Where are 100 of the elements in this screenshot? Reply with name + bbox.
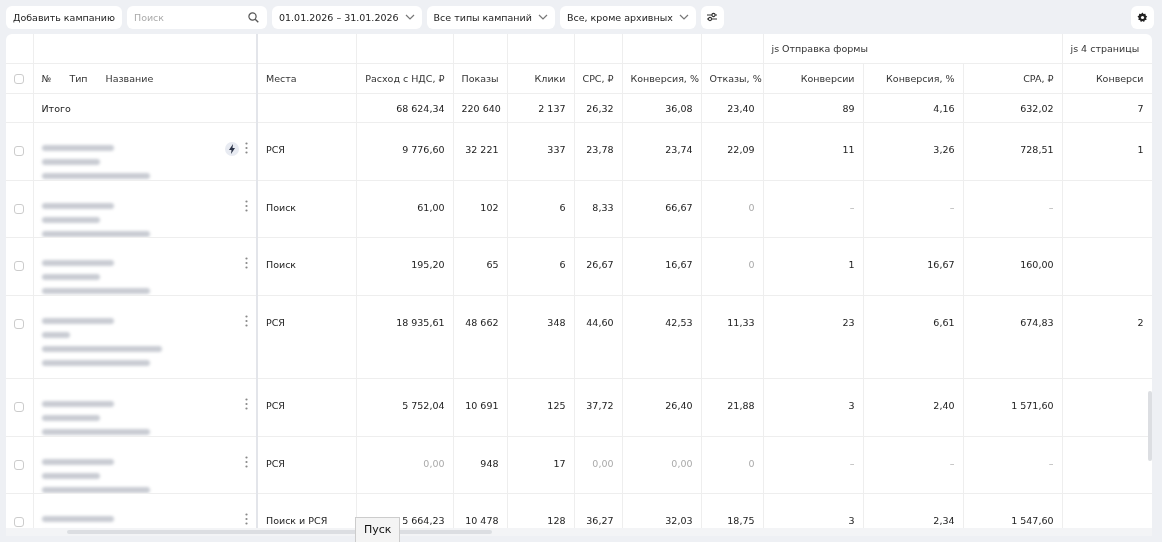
column-header[interactable]: Места	[266, 73, 297, 84]
table-cell: 0	[748, 202, 755, 213]
column-header[interactable]: CPA, ₽	[1023, 73, 1054, 84]
blurred-text	[41, 217, 100, 223]
checkbox[interactable]	[14, 516, 24, 527]
column-header[interactable]: CPC, ₽	[582, 73, 614, 84]
table-cell: 102	[480, 202, 499, 213]
table-cell: 32,03	[665, 515, 693, 526]
search-field[interactable]: Поиск	[127, 5, 267, 29]
blurred-text	[41, 473, 100, 479]
filter-settings-button[interactable]	[700, 5, 724, 29]
table-cell: 2,34	[933, 515, 955, 526]
more-icon[interactable]	[245, 398, 248, 410]
table-cell: 160,00	[1020, 259, 1054, 270]
table-cell: 7	[1137, 102, 1144, 114]
column-header[interactable]: Конверсия, %	[630, 73, 699, 84]
table-cell: 2	[1137, 317, 1144, 328]
column-header: Название	[105, 73, 154, 84]
table-cell: 1 547,60	[1011, 515, 1054, 526]
column-header: Тип	[69, 73, 88, 84]
checkbox[interactable]	[14, 203, 24, 214]
table-cell: 8,33	[592, 202, 614, 213]
column-header[interactable]: Отказы, %	[709, 73, 762, 84]
table-cell: –	[1048, 202, 1054, 213]
table-cell: 220 640	[461, 102, 501, 114]
table-cell: –	[1048, 458, 1054, 469]
chevron-down-icon	[678, 14, 689, 20]
checkbox[interactable]	[14, 145, 24, 156]
settings-icon	[1137, 11, 1148, 23]
table-cell: 128	[547, 515, 566, 526]
table-cell: 23	[842, 317, 855, 328]
chevron-down-icon	[404, 14, 415, 20]
placement-text: Поиск	[266, 202, 297, 213]
more-icon[interactable]	[245, 513, 248, 525]
more-icon[interactable]	[245, 200, 248, 212]
column-header: №	[41, 73, 52, 84]
table-cell: 42,53	[665, 317, 693, 328]
blurred-text	[41, 159, 100, 165]
checkbox[interactable]	[14, 74, 25, 85]
table-cell: 4,16	[933, 102, 955, 114]
checkbox[interactable]	[14, 260, 24, 271]
column-header[interactable]: Конверсия, %	[886, 73, 955, 84]
group-header: js Отправка формы	[771, 43, 868, 54]
table-cell: 1	[1137, 144, 1144, 155]
table-cell: 23,40	[727, 102, 755, 114]
table-cell: 36,08	[665, 102, 693, 114]
checkbox[interactable]	[14, 459, 24, 470]
table-cell: 23,78	[586, 144, 614, 155]
lightning-icon[interactable]	[225, 142, 239, 156]
campaign-type-dropdown[interactable]: Все типы кампаний	[426, 5, 555, 29]
more-icon[interactable]	[245, 456, 248, 468]
table-cell: 11,33	[727, 317, 755, 328]
table-cell: 0	[748, 458, 755, 469]
placement-text: РСЯ	[266, 458, 285, 469]
checkbox[interactable]	[14, 401, 24, 412]
table-cell: 9 776,60	[402, 144, 445, 155]
table-cell: 3	[848, 515, 855, 526]
column-header[interactable]: Расход с НДС, ₽	[365, 73, 445, 84]
table-cell: 5 752,04	[402, 400, 445, 411]
placement-text: РСЯ	[266, 144, 285, 155]
blurred-text	[41, 274, 100, 280]
column-header[interactable]: Показы	[461, 73, 499, 84]
settings-button[interactable]	[1131, 5, 1154, 29]
table-cell: 22,09	[727, 144, 755, 155]
table-cell: 89	[842, 102, 855, 114]
table-cell: 0,00	[671, 458, 693, 469]
table-cell: 17	[553, 458, 566, 469]
table-cell: 0,00	[423, 458, 445, 469]
chevron-down-icon	[537, 14, 548, 20]
table-cell: 6	[559, 202, 566, 213]
table-cell: 68 624,34	[396, 102, 445, 114]
more-icon[interactable]	[245, 142, 248, 154]
table-cell: –	[949, 202, 955, 213]
blurred-text	[41, 415, 100, 421]
table-cell: 26,67	[586, 259, 614, 270]
table-cell: 18 935,61	[396, 317, 445, 328]
table-cell: 26,40	[665, 400, 693, 411]
table-cell: –	[849, 458, 855, 469]
table-cell: 23,74	[665, 144, 693, 155]
table-cell: 61,00	[417, 202, 445, 213]
table-cell: 125	[547, 400, 566, 411]
table-cell: 11	[842, 144, 855, 155]
table-cell: 195,20	[411, 259, 445, 270]
table-cell: 16,67	[927, 259, 955, 270]
more-icon[interactable]	[245, 257, 248, 269]
table-cell: 21,88	[727, 400, 755, 411]
table-cell: 3	[848, 400, 855, 411]
column-header[interactable]: Конверси	[1095, 73, 1144, 84]
table-cell: 44,60	[586, 317, 614, 328]
checkbox[interactable]	[14, 318, 24, 329]
table-cell: 2,40	[933, 400, 955, 411]
table-cell: 65	[486, 259, 499, 270]
column-header[interactable]: Клики	[534, 73, 566, 84]
table-cell: 37,72	[586, 400, 614, 411]
table-cell: 674,83	[1020, 317, 1054, 328]
more-icon[interactable]	[245, 315, 248, 327]
status-dropdown[interactable]: Все, кроме архивных	[559, 5, 696, 29]
add-campaign-button[interactable]: Добавить кампанию	[6, 5, 122, 29]
date-range-dropdown[interactable]: 01.01.2026 – 31.01.2026	[272, 5, 422, 29]
column-header[interactable]: Конверсии	[800, 73, 855, 84]
